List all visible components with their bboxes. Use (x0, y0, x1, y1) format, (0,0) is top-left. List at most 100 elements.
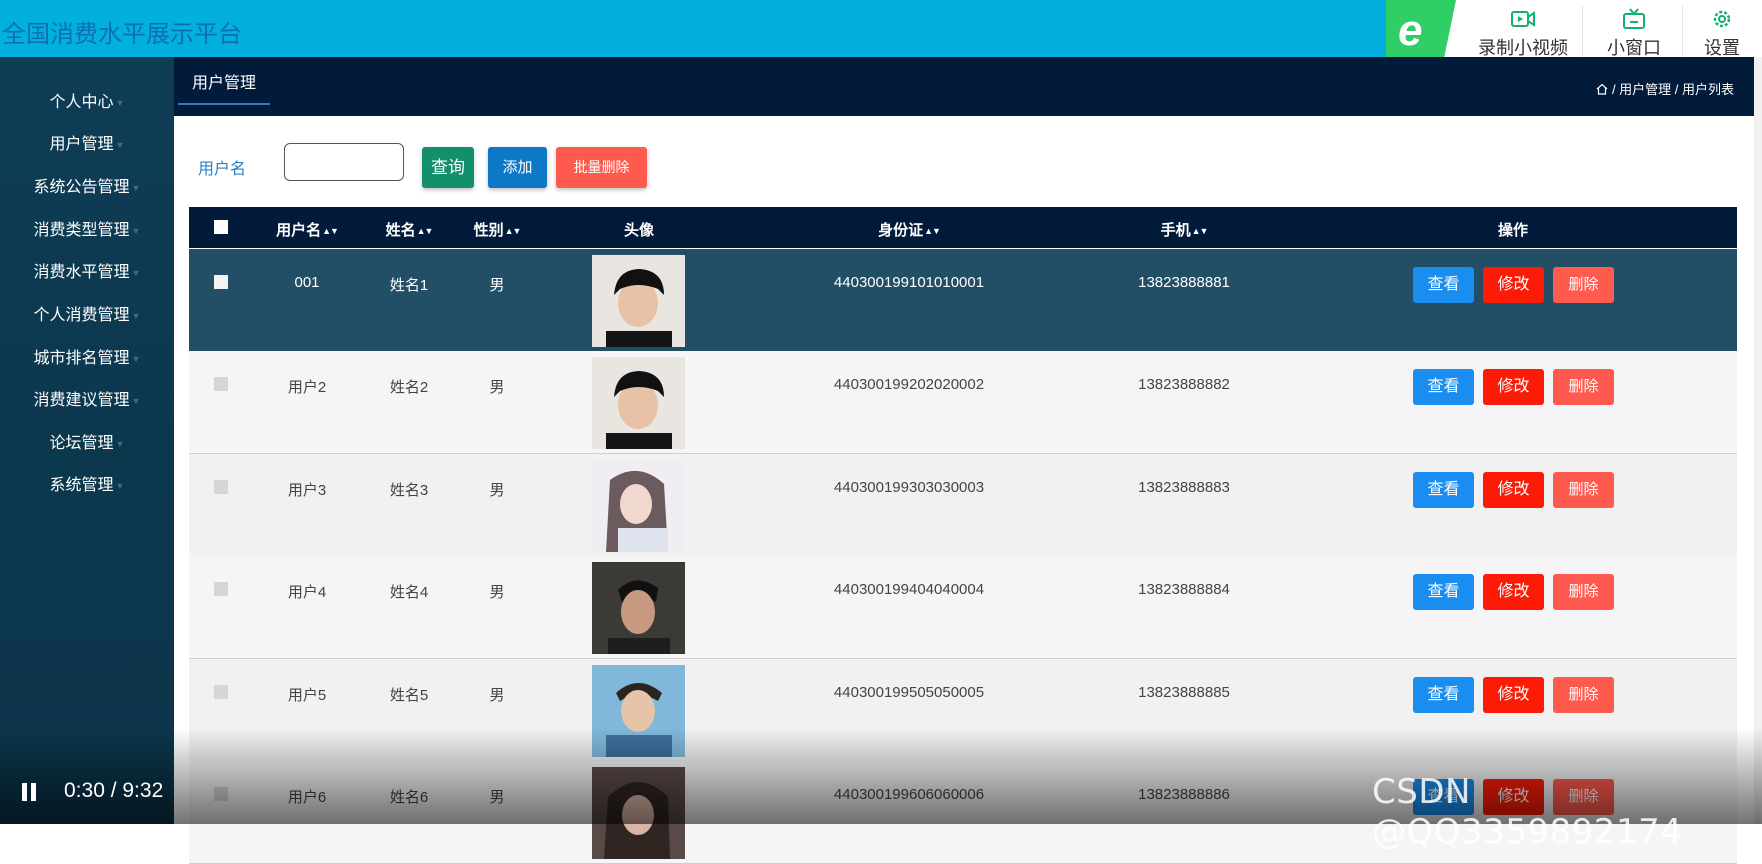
chevron-down-icon: ▼ (115, 438, 125, 449)
breadcrumb: / 用户管理 / 用户列表 (1596, 79, 1734, 98)
cell-gender: 男 (489, 277, 505, 294)
chevron-down-icon: ▼ (131, 182, 141, 193)
cell-gender: 男 (489, 687, 505, 704)
breadcrumb-text: / 用户管理 / 用户列表 (1611, 82, 1734, 97)
sidebar-item-label: 个人消费管理 (33, 307, 130, 324)
pause-icon[interactable] (22, 783, 36, 801)
delete-button[interactable]: 删除 (1553, 369, 1614, 405)
cell-gender: 男 (489, 482, 505, 499)
sidebar-item-personal-center[interactable]: 个人中心 ▼ (0, 88, 174, 112)
sidebar-item-personal-consumption[interactable]: 个人消费管理 ▼ (0, 301, 174, 325)
cell-phone: 13823888881 (1138, 274, 1230, 291)
mini-window-button[interactable]: 小窗口 (1592, 8, 1676, 60)
avatar (592, 767, 685, 859)
edit-button[interactable]: 修改 (1483, 677, 1544, 713)
divider (1682, 6, 1683, 62)
sidebar-item-system[interactable]: 系统管理 ▼ (0, 471, 174, 495)
sidebar-item-label: 系统公告管理 (33, 179, 130, 196)
sidebar-item-consumption-type[interactable]: 消费类型管理 ▼ (0, 216, 174, 240)
cell-username: 001 (294, 274, 320, 291)
view-button[interactable]: 查看 (1413, 369, 1474, 405)
avatar (592, 255, 685, 347)
cell-phone: 13823888884 (1138, 581, 1230, 598)
cell-id-card: 440300199303030003 (833, 479, 985, 496)
row-checkbox[interactable] (214, 787, 228, 801)
delete-button[interactable]: 删除 (1553, 677, 1614, 713)
row-checkbox[interactable] (214, 377, 228, 391)
table-row[interactable]: 用户4 姓名4 男 440300199404040004 13823888884 查看 修改… (189, 556, 1737, 659)
row-checkbox[interactable] (214, 480, 228, 494)
sort-icon: ▲▼ (322, 226, 339, 236)
app-title: 全国消费水平展示平台 (2, 21, 242, 48)
cell-id-card: 440300199606060006 (833, 786, 985, 803)
sidebar-item-consumption-level[interactable]: 消费水平管理 ▼ (0, 258, 174, 282)
avatar (592, 665, 685, 757)
tab-user-management[interactable]: 用户管理 (178, 69, 271, 105)
cell-phone: 13823888883 (1138, 479, 1230, 496)
row-checkbox[interactable] (214, 275, 228, 289)
batch-delete-button[interactable]: 批量删除 (556, 147, 647, 188)
settings-button[interactable]: 设置 (1692, 8, 1752, 60)
chevron-down-icon: ▼ (131, 353, 141, 364)
table-row[interactable]: 用户5 姓名5 男 440300199505050005 13823888885 查看 修改… (189, 659, 1737, 762)
sidebar-item-notice-management[interactable]: 系统公告管理 ▼ (0, 173, 174, 197)
table-row[interactable]: 001 姓名1 男 440300199101010001 13823888881 查看 修改… (189, 249, 1737, 352)
chevron-down-icon: ▼ (115, 480, 125, 491)
sidebar-item-user-management[interactable]: 用户管理 ▼ (0, 130, 174, 154)
chevron-down-icon: ▼ (115, 139, 125, 150)
cell-username: 用户3 (287, 482, 327, 499)
edit-button[interactable]: 修改 (1483, 267, 1544, 303)
cell-phone: 13823888885 (1138, 684, 1230, 701)
delete-button[interactable]: 删除 (1553, 472, 1614, 508)
record-video-label: 录制小视频 (1478, 38, 1568, 58)
column-gender[interactable]: 性别▲▼ (474, 219, 522, 240)
column-id-card[interactable]: 身份证▲▼ (878, 219, 941, 240)
sidebar-item-forum[interactable]: 论坛管理 ▼ (0, 429, 174, 453)
view-button[interactable]: 查看 (1413, 574, 1474, 610)
sort-icon: ▲▼ (416, 226, 434, 236)
query-button[interactable]: 查询 (422, 147, 474, 188)
view-button[interactable]: 查看 (1413, 472, 1474, 508)
username-label: 用户名 (198, 161, 247, 178)
edit-button[interactable]: 修改 (1483, 369, 1544, 405)
column-phone[interactable]: 手机▲▼ (1161, 219, 1209, 240)
sidebar-item-city-ranking[interactable]: 城市排名管理 ▼ (0, 344, 174, 368)
table-header: 用户名▲▼ 姓名▲▼ 性别▲▼ 头像 身份证▲▼ 手机▲▼ 操作 (189, 207, 1737, 248)
row-checkbox[interactable] (214, 685, 228, 699)
add-button[interactable]: 添加 (488, 147, 547, 188)
cell-name: 姓名5 (389, 687, 429, 704)
avatar (592, 357, 685, 449)
edit-button[interactable]: 修改 (1483, 574, 1544, 610)
table-row[interactable]: 用户3 姓名3 男 440300199303030003 13823888883 查看 修改… (189, 454, 1737, 557)
mini-window-label: 小窗口 (1607, 38, 1661, 58)
delete-button[interactable]: 删除 (1553, 574, 1614, 610)
table-row[interactable]: 用户2 姓名2 男 440300199202020002 13823888882 查看 修改… (189, 351, 1737, 454)
tv-icon (1623, 8, 1645, 29)
sort-icon: ▲▼ (504, 226, 522, 236)
home-icon[interactable] (1596, 83, 1608, 95)
scrollbar[interactable] (1754, 57, 1762, 824)
content-header: 用户管理 / 用户管理 / 用户列表 (174, 57, 1754, 116)
record-video-button[interactable]: 录制小视频 (1468, 8, 1578, 60)
cell-name: 姓名3 (389, 482, 429, 499)
column-username[interactable]: 用户名▲▼ (276, 219, 339, 240)
sidebar: 个人中心 ▼ 用户管理 ▼ 系统公告管理 ▼ 消费类型管理 ▼ 消费水平管理 ▼ 个人消费… (0, 57, 174, 824)
username-search-input[interactable] (284, 143, 404, 181)
sidebar-item-consumption-advice[interactable]: 消费建议管理 ▼ (0, 386, 174, 410)
settings-label: 设置 (1704, 38, 1740, 58)
cell-phone: 13823888886 (1138, 786, 1230, 803)
view-button[interactable]: 查看 (1413, 267, 1474, 303)
sort-icon: ▲▼ (1191, 226, 1209, 236)
row-checkbox[interactable] (214, 582, 228, 596)
cell-id-card: 440300199202020002 (833, 376, 985, 393)
chevron-down-icon: ▼ (115, 97, 125, 108)
delete-button[interactable]: 删除 (1553, 267, 1614, 303)
chevron-down-icon: ▼ (131, 225, 141, 236)
column-name[interactable]: 姓名▲▼ (386, 219, 434, 240)
select-all-checkbox[interactable] (214, 220, 228, 234)
cell-id-card: 440300199101010001 (833, 274, 985, 291)
view-button[interactable]: 查看 (1413, 677, 1474, 713)
edit-button[interactable]: 修改 (1483, 472, 1544, 508)
video-time: 0:30 / 9:32 (64, 779, 164, 802)
cell-username: 用户5 (287, 687, 327, 704)
